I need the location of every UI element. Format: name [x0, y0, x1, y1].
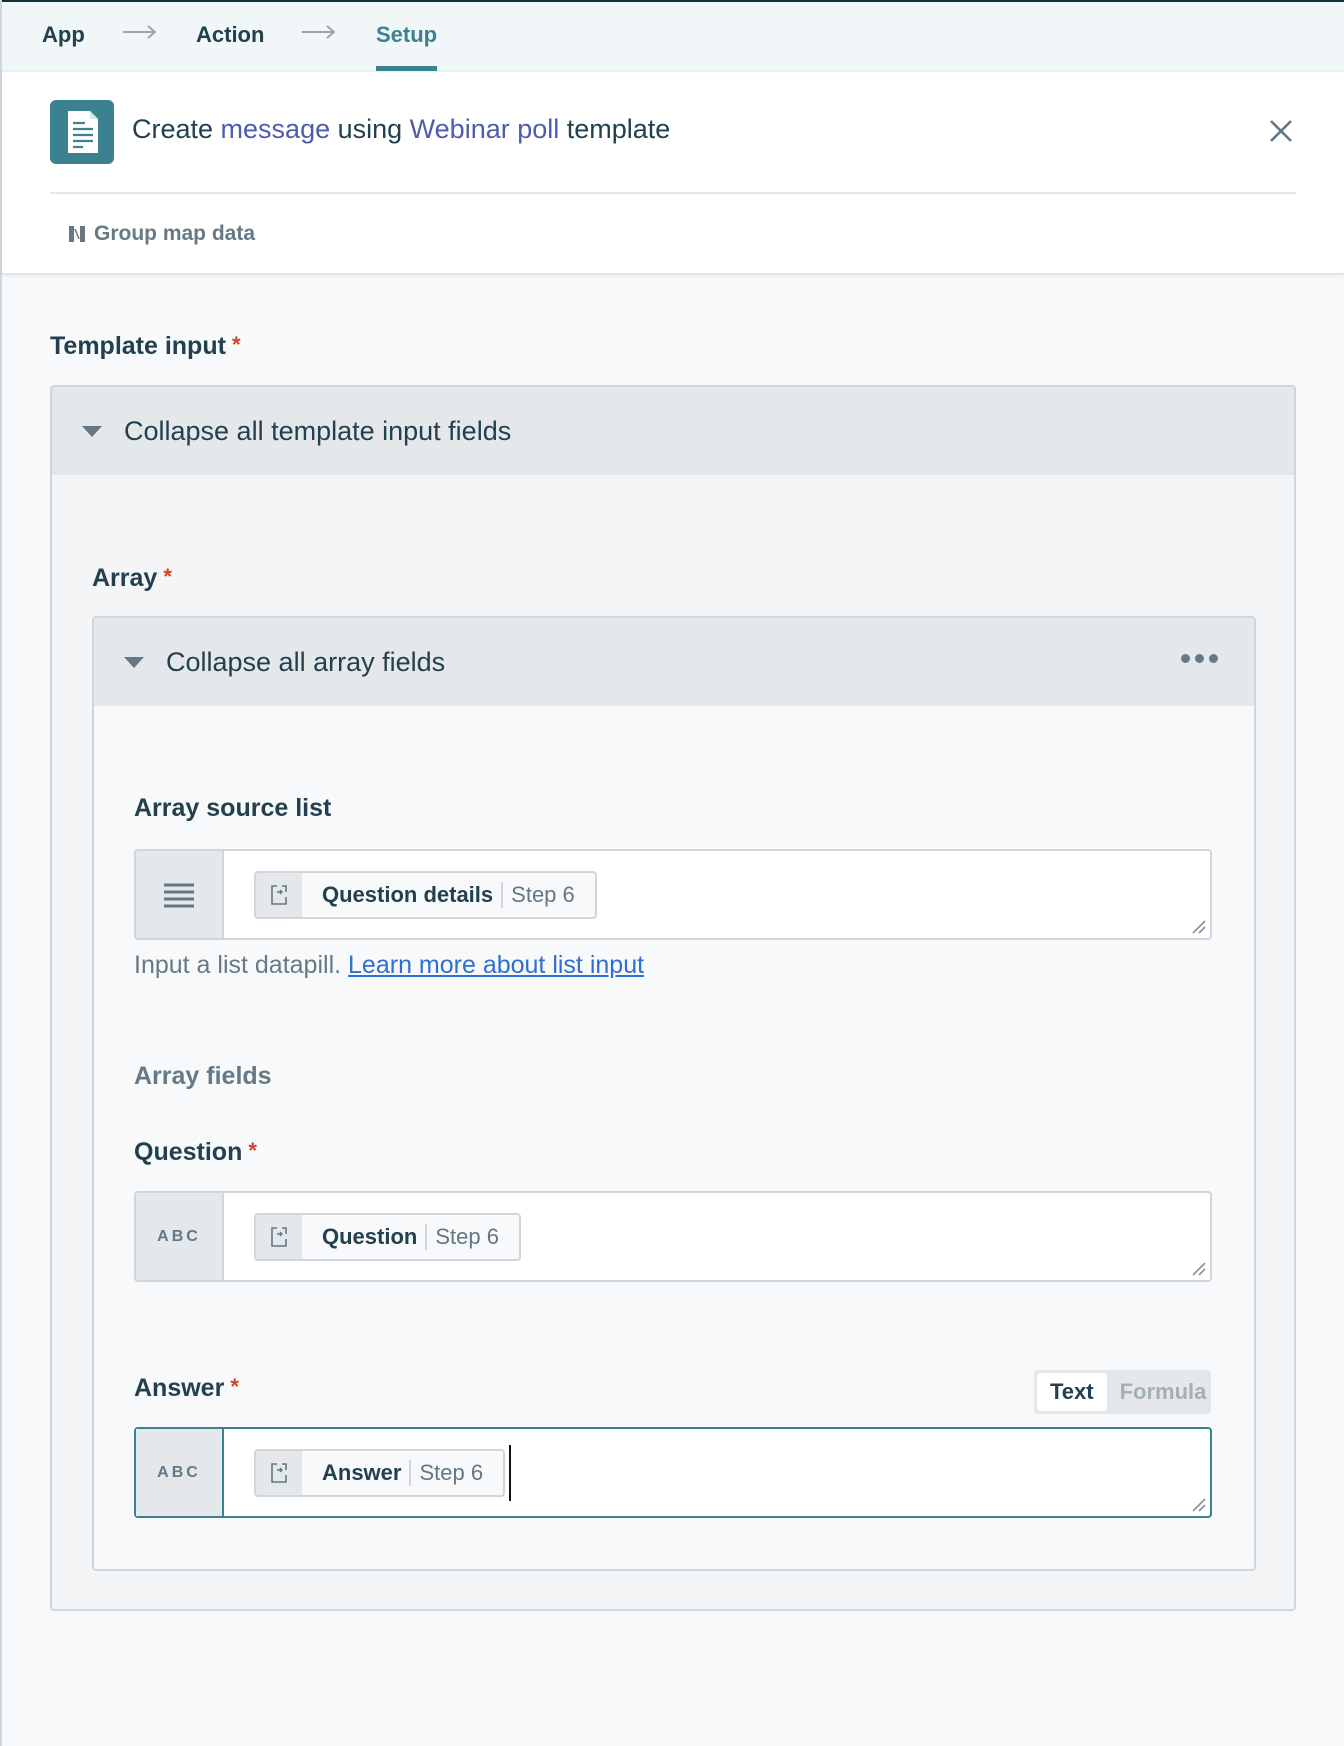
group-map-label: Group map data [94, 222, 256, 245]
datapill-name: Answer [322, 1459, 402, 1485]
header-divider [50, 192, 1296, 194]
required-marker: * [230, 1374, 239, 1399]
required-marker: * [231, 332, 241, 357]
datapill-step: Step 6 [419, 1459, 484, 1485]
input-mode-toggle: Text Formula [1034, 1370, 1211, 1414]
title-prefix: Create [132, 114, 221, 144]
collapse-array-fields-toggle[interactable]: Collapse all array fields [94, 618, 1254, 706]
datapill-step: Step 6 [511, 881, 575, 907]
datapill-separator [501, 881, 504, 908]
more-options-button[interactable] [1181, 654, 1218, 663]
learn-more-link[interactable]: Learn more about list input [348, 951, 644, 979]
datapill-step: Step 6 [435, 1223, 499, 1249]
text-type-indicator: ABC [136, 1429, 224, 1516]
datapill-separator [425, 1223, 428, 1250]
datapill-name: Question [322, 1223, 418, 1249]
answer-input-body[interactable]: Answer Step 6 [224, 1429, 1210, 1516]
group-map-data-button[interactable]: Group map data [68, 222, 255, 246]
text-cursor [509, 1444, 512, 1501]
question-label: Question * [134, 1138, 257, 1167]
answer-input[interactable]: ABC Answer Step 6 [134, 1427, 1212, 1518]
title-middle: using [330, 114, 410, 144]
group-map-icon [69, 226, 85, 242]
arrow-right-icon [302, 25, 336, 39]
list-type-indicator [136, 851, 224, 938]
close-button[interactable] [1266, 116, 1296, 146]
template-input-label-text: Template input [50, 332, 226, 360]
nav-step-action[interactable]: Action [196, 22, 264, 48]
resize-handle-icon[interactable] [1190, 1260, 1206, 1276]
question-label-text: Question [134, 1138, 243, 1166]
nav-step-setup[interactable]: Setup [376, 22, 437, 48]
list-icon [164, 883, 194, 907]
mode-text-option[interactable]: Text [1037, 1373, 1107, 1411]
datapill-name: Question details [322, 881, 494, 907]
dot [1181, 654, 1190, 663]
help-text: Input a list datapill. [134, 951, 342, 979]
mode-formula-option[interactable]: Formula [1107, 1373, 1220, 1411]
action-header: Create message using Webinar poll templa… [2, 72, 1344, 275]
datapill[interactable]: Question details Step 6 [254, 870, 597, 919]
resize-handle-icon[interactable] [1190, 918, 1206, 934]
collapse-template-fields-label: Collapse all template input fields [124, 415, 512, 446]
arrow-right-icon [123, 25, 157, 39]
array-source-list-body[interactable]: Question details Step 6 [224, 851, 1210, 938]
answer-label: Answer * [134, 1374, 239, 1403]
datapill-icon [256, 1450, 302, 1495]
nav-step-app[interactable]: App [42, 22, 85, 48]
title-template[interactable]: Webinar poll [410, 114, 560, 144]
title-suffix: template [559, 114, 671, 144]
action-title: Create message using Webinar poll templa… [132, 114, 670, 145]
datapill-separator [409, 1459, 412, 1486]
active-step-indicator [376, 66, 437, 71]
resize-handle-icon[interactable] [1190, 1496, 1206, 1512]
question-input-body[interactable]: Question Step 6 [224, 1193, 1210, 1280]
dot [1195, 654, 1204, 663]
collapse-template-fields-toggle[interactable]: Collapse all template input fields [52, 387, 1294, 475]
caret-down-icon [82, 425, 102, 437]
close-icon [1270, 120, 1292, 142]
array-source-list-input[interactable]: Question details Step 6 [134, 849, 1212, 940]
source-list-help: Input a list datapill. Learn more about … [134, 951, 644, 980]
datapill-icon [256, 1214, 302, 1259]
title-object[interactable]: message [221, 114, 331, 144]
answer-label-text: Answer [134, 1374, 225, 1402]
array-fields-heading: Array fields [134, 1062, 272, 1090]
datapill[interactable]: Question Step 6 [254, 1212, 521, 1261]
datapill-icon [256, 872, 302, 917]
required-marker: * [248, 1138, 257, 1163]
question-input[interactable]: ABC Question Step 6 [134, 1191, 1212, 1282]
array-label: Array * [92, 564, 172, 593]
text-type-indicator: ABC [136, 1193, 224, 1280]
collapse-array-fields-label: Collapse all array fields [166, 646, 446, 677]
step-nav: App Action Setup [2, 2, 1344, 72]
array-source-list-label: Array source list [134, 794, 332, 822]
array-label-text: Array [92, 564, 158, 592]
dot [1209, 654, 1218, 663]
caret-down-icon [124, 656, 144, 668]
document-icon [50, 100, 114, 164]
datapill[interactable]: Answer Step 6 [254, 1448, 506, 1497]
required-marker: * [163, 564, 172, 589]
template-input-label: Template input * [50, 332, 241, 361]
